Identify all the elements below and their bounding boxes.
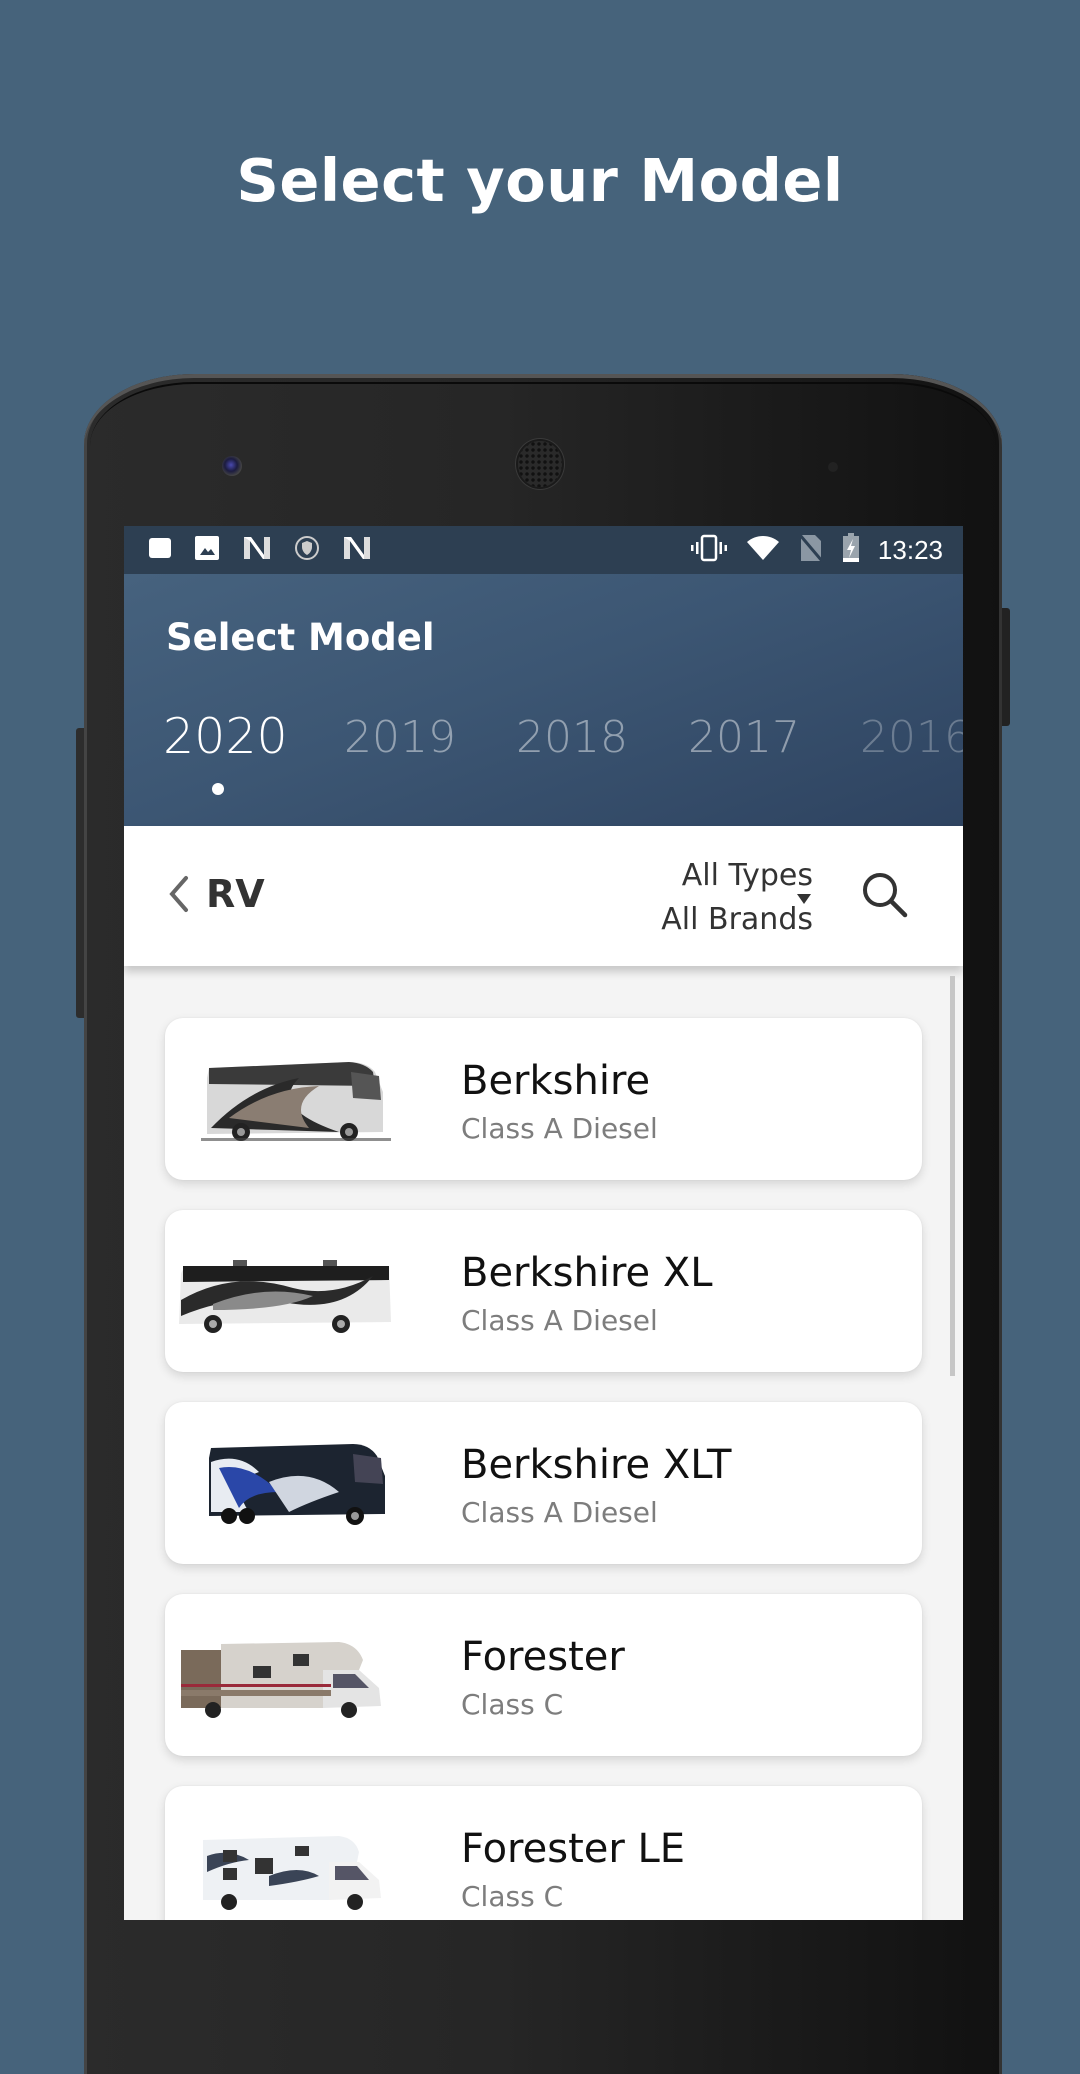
- app-header: Select Model 2020 2019 2018 2017 2016: [124, 574, 963, 826]
- model-class: Class C: [461, 1880, 564, 1913]
- tab-year-2019[interactable]: 2019: [344, 712, 456, 763]
- phone-power-button: [1002, 608, 1010, 726]
- class-a-rv-image: [201, 1062, 391, 1141]
- chevron-left-icon: [166, 874, 192, 914]
- filter-bar: RV All Types All Brands: [124, 826, 963, 966]
- page-title: Select Model: [166, 616, 435, 659]
- type-brand-filter[interactable]: All Types All Brands: [661, 854, 813, 942]
- notification-icon: [148, 537, 172, 563]
- wifi-icon: [746, 534, 780, 566]
- clock-time: 13:23: [877, 534, 943, 565]
- list-scrollbar[interactable]: [950, 976, 955, 1376]
- vpn-shield-icon: [294, 535, 320, 565]
- n-app-icon: [242, 535, 272, 565]
- no-sim-icon: [798, 534, 824, 566]
- class-c-rv-white-image: [203, 1836, 381, 1910]
- back-label: RV: [206, 872, 265, 916]
- model-card[interactable]: Berkshire XL Class A Diesel: [165, 1210, 922, 1372]
- model-name: Forester: [461, 1634, 625, 1680]
- phone-volume-button: [76, 728, 84, 1018]
- class-c-rv-image: [181, 1642, 381, 1718]
- front-camera-icon: [222, 456, 242, 476]
- caret-down-icon[interactable]: [796, 890, 812, 909]
- proximity-sensor: [828, 462, 838, 472]
- tab-year-2018[interactable]: 2018: [516, 712, 628, 763]
- model-card[interactable]: Berkshire Class A Diesel: [165, 1018, 922, 1180]
- promo-title: Select your Model: [236, 146, 844, 215]
- image-icon: [194, 535, 220, 565]
- model-name: Berkshire: [461, 1058, 651, 1104]
- type-filter-value: All Types: [681, 858, 813, 893]
- model-class: Class A Diesel: [461, 1304, 658, 1337]
- model-name: Berkshire XL: [461, 1250, 713, 1296]
- model-card[interactable]: Forester LE Class C: [165, 1786, 922, 1920]
- brand-filter-value: All Brands: [661, 902, 813, 937]
- back-button[interactable]: RV: [166, 872, 265, 916]
- class-a-rv-blue-image: [209, 1444, 385, 1525]
- year-tabs: 2020 2019 2018 2017 2016: [124, 708, 963, 802]
- earpiece-speaker-icon: [518, 441, 562, 487]
- active-tab-indicator: [212, 783, 224, 795]
- model-class: Class C: [461, 1688, 564, 1721]
- model-card[interactable]: Forester Class C: [165, 1594, 922, 1756]
- model-class: Class A Diesel: [461, 1112, 658, 1145]
- n-app-icon: [342, 535, 372, 565]
- tab-year-2017[interactable]: 2017: [688, 712, 800, 763]
- phone-screen: 13:23 Select Model 2020 2019 2018 2017 2…: [124, 526, 963, 1920]
- battery-charging-icon: [842, 533, 860, 567]
- class-a-rv-side-image: [179, 1260, 391, 1333]
- model-list: Berkshire Class A Diesel Berkshire XL Cl…: [124, 966, 963, 1920]
- search-icon[interactable]: [860, 870, 910, 924]
- vibrate-icon: [690, 534, 728, 566]
- model-card[interactable]: Berkshire XLT Class A Diesel: [165, 1402, 922, 1564]
- tab-year-2020[interactable]: 2020: [163, 708, 288, 765]
- model-name: Berkshire XLT: [461, 1442, 732, 1488]
- model-class: Class A Diesel: [461, 1496, 658, 1529]
- model-name: Forester LE: [461, 1826, 686, 1872]
- status-bar: 13:23: [124, 526, 963, 574]
- tab-year-2016[interactable]: 2016: [860, 712, 963, 763]
